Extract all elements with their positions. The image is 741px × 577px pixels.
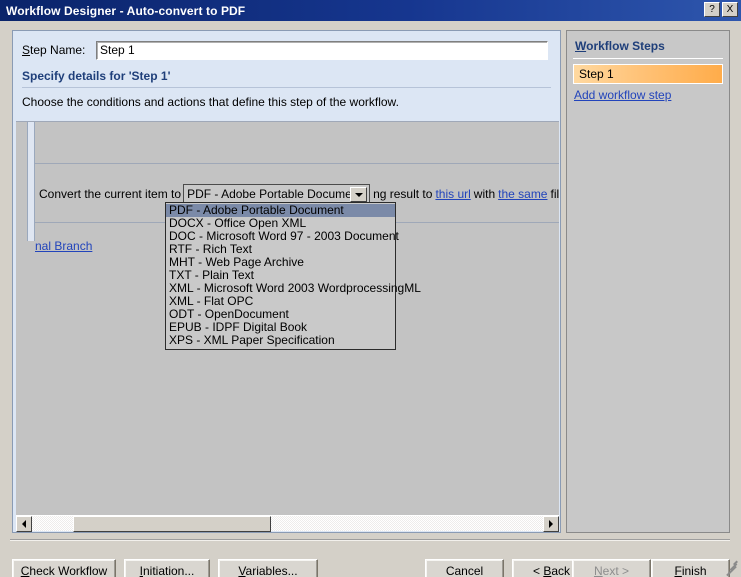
button-label: Check Workflow <box>20 564 108 577</box>
finish-button[interactable]: Finish <box>651 559 730 577</box>
dialog-body: Step Name: Specify details for 'Step 1' … <box>0 21 741 577</box>
variables-button[interactable]: Variables... <box>218 559 318 577</box>
this-url-link[interactable]: this url <box>435 187 470 201</box>
button-label: Cancel <box>445 564 484 577</box>
next-button: Next > <box>572 559 651 577</box>
chevron-down-icon[interactable] <box>350 187 368 202</box>
step-name-label: Step Name: <box>22 43 96 57</box>
cancel-button[interactable]: Cancel <box>425 559 504 577</box>
button-label: < Back <box>532 564 571 577</box>
workflow-steps-title-accel: W <box>575 39 587 53</box>
workflow-step-item[interactable]: Step 1 <box>573 64 723 84</box>
button-label: Next > <box>593 564 630 577</box>
check-workflow-button[interactable]: Check Workflow <box>12 559 116 577</box>
resize-grip-icon[interactable] <box>725 560 739 577</box>
conditional-branch-link[interactable]: nal Branch <box>35 239 92 253</box>
dropdown-option[interactable]: XPS - XML Paper Specification <box>166 334 395 347</box>
section-title: Specify details for 'Step 1' <box>22 69 171 83</box>
step-name-label-rest: tep Name: <box>30 43 86 57</box>
output-format-value: PDF - Adobe Portable Document <box>187 187 362 201</box>
output-format-combobox[interactable]: PDF - Adobe Portable Document <box>183 184 371 204</box>
triangle-right-icon[interactable] <box>543 516 559 532</box>
condition-strip <box>27 122 35 241</box>
the-same-link[interactable]: the same <box>498 187 547 201</box>
action-middle-text: ng result to <box>373 187 433 201</box>
footer-divider <box>10 539 730 541</box>
button-label: Variables... <box>238 564 298 577</box>
button-label: Finish <box>674 564 707 577</box>
title-bar-buttons: ? X <box>704 2 738 17</box>
step-name-row: Step Name: <box>22 40 552 60</box>
output-format-dropdown-list[interactable]: PDF - Adobe Portable Document DOCX - Offi… <box>165 202 421 350</box>
help-icon[interactable]: ? <box>704 2 720 17</box>
section-divider <box>22 87 551 88</box>
button-label: Initiation... <box>139 564 195 577</box>
action-suffix-text: file nam <box>550 187 559 201</box>
workflow-steps-divider <box>573 58 723 59</box>
scrollbar-thumb[interactable] <box>73 516 271 532</box>
action-prefix-text: Convert the current item to <box>39 187 182 201</box>
section-description: Choose the conditions and actions that d… <box>22 95 399 109</box>
workflow-steps-title: Workflow Steps <box>575 39 665 53</box>
action-sentence: Convert the current item to PDF - Adobe … <box>39 184 559 204</box>
action-between-text: with <box>473 187 496 201</box>
step-name-input[interactable] <box>96 40 548 60</box>
canvas-divider-top <box>35 163 559 164</box>
initiation-button[interactable]: Initiation... <box>124 559 210 577</box>
add-workflow-step-link[interactable]: Add workflow step <box>574 88 671 102</box>
workflow-steps-title-rest: orkflow Steps <box>586 39 665 53</box>
triangle-left-icon[interactable] <box>16 516 32 532</box>
window-title: Workflow Designer - Auto-convert to PDF <box>6 3 246 18</box>
horizontal-scrollbar[interactable] <box>16 515 559 532</box>
workflow-steps-panel: Workflow Steps Step 1 Add workflow step <box>566 30 730 533</box>
title-bar: Workflow Designer - Auto-convert to PDF … <box>0 0 741 21</box>
step-name-label-accel: S <box>22 43 31 57</box>
close-icon[interactable]: X <box>722 2 738 17</box>
workflow-designer-dialog: Workflow Designer - Auto-convert to PDF … <box>0 0 741 577</box>
